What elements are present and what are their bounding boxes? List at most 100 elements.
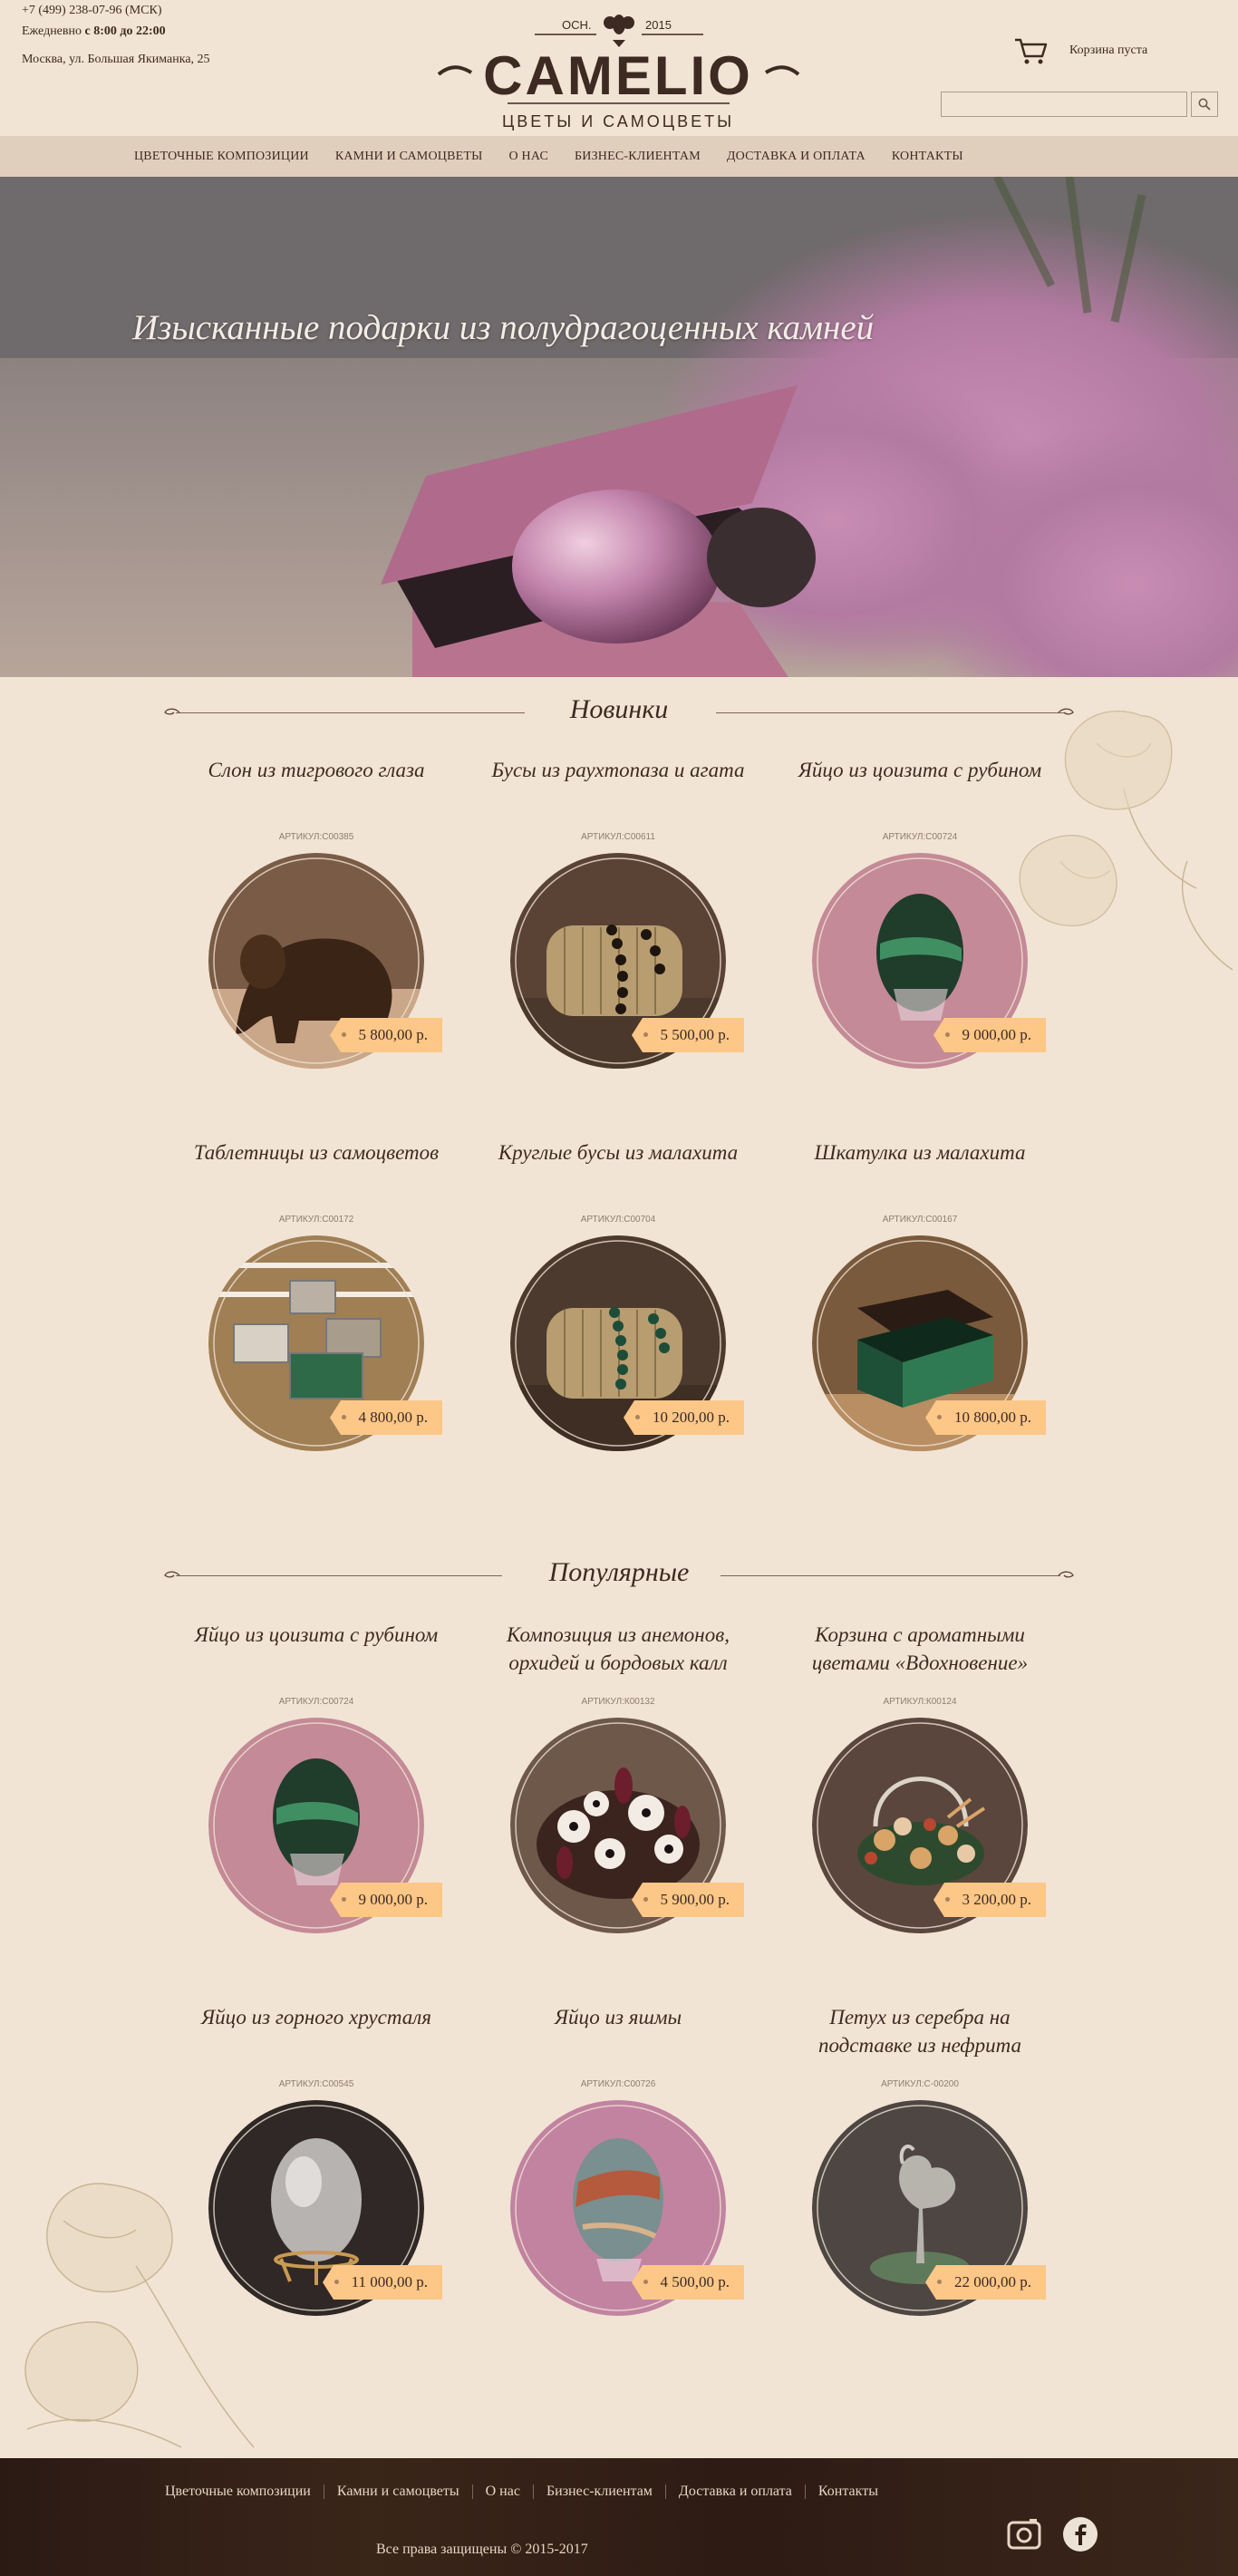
- product-card: Таблетницы из самоцветов АРТИКУЛ:С00172 …: [180, 1138, 452, 1451]
- hero-banner: Изысканные подарки из полудрагоценных ка…: [0, 177, 1238, 677]
- footer-separator: [664, 2484, 666, 2499]
- facebook-icon[interactable]: [1062, 2516, 1098, 2552]
- camelio-logo[interactable]: ОСН. 2015 CAMELIO ЦВЕТЫ И САМОЦВЕТЫ: [435, 7, 802, 134]
- product-image[interactable]: 9 000,00 р.: [208, 1718, 442, 1933]
- product-image[interactable]: 22 000,00 р.: [812, 2100, 1046, 2316]
- product-image[interactable]: 3 200,00 р.: [812, 1718, 1046, 1933]
- price-tag: 10 800,00 р.: [925, 1400, 1046, 1435]
- header: +7 (499) 238-07-96 (МСК) Ежедневно с 8:0…: [0, 0, 1238, 136]
- product-sku: АРТИКУЛ:К00124: [883, 1697, 957, 1707]
- product-name[interactable]: Яйцо из цоизита с рубином: [180, 1621, 452, 1677]
- phone-number[interactable]: +7 (499) 238-07-96 (МСК): [22, 0, 166, 21]
- product-image[interactable]: 4 800,00 р.: [208, 1235, 442, 1451]
- logo-year: 2015: [645, 18, 672, 32]
- nav-item-business[interactable]: БИЗНЕС-КЛИЕНТАМ: [575, 150, 701, 164]
- product-sku: АРТИКУЛ:С00172: [278, 1215, 354, 1225]
- footer-link-business[interactable]: Бизнес-клиентам: [546, 2484, 653, 2500]
- search-icon: [1198, 98, 1211, 111]
- nav-item-delivery[interactable]: ДОСТАВКА И ОПЛАТА: [727, 150, 866, 164]
- nav-item-flowers[interactable]: ЦВЕТОЧНЫЕ КОМПОЗИЦИИ: [134, 150, 309, 164]
- product-card: Яйцо из цоизита с рубином АРТИКУЛ:С00724…: [784, 756, 1056, 1069]
- price-tag: 5 900,00 р.: [631, 1883, 744, 1917]
- product-card: Бусы из раухтопаза и агата АРТИКУЛ:С0061…: [482, 756, 754, 1069]
- footer-link-contacts[interactable]: Контакты: [818, 2484, 878, 2500]
- search-button[interactable]: [1191, 92, 1218, 117]
- product-name[interactable]: Бусы из раухтопаза и агата: [482, 756, 754, 812]
- product-image[interactable]: 5 900,00 р.: [510, 1718, 744, 1933]
- nav-item-contacts[interactable]: КОНТАКТЫ: [892, 150, 963, 164]
- product-sku: АРТИКУЛ:К00132: [581, 1697, 655, 1707]
- product-name[interactable]: Шкатулка из малахита: [784, 1138, 1056, 1195]
- product-card: Петух из серебра на подставке из нефрита…: [784, 2003, 1056, 2316]
- product-sku: АРТИКУЛ:С-00200: [881, 2079, 959, 2089]
- section-title: Популярные: [548, 1557, 690, 1587]
- main-nav: ЦВЕТОЧНЫЕ КОМПОЗИЦИИ КАМНИ И САМОЦВЕТЫ О…: [0, 136, 1238, 177]
- section-popular-header: Популярные: [163, 1557, 1075, 1593]
- product-name[interactable]: Яйцо из цоизита с рубином: [784, 756, 1056, 812]
- product-sku: АРТИКУЛ:С00167: [882, 1215, 958, 1225]
- product-sku: АРТИКУЛ:С00545: [278, 2079, 354, 2089]
- footer-link-flowers[interactable]: Цветочные композиции: [165, 2484, 311, 2500]
- product-image[interactable]: 4 500,00 р.: [510, 2100, 744, 2316]
- product-card: Композиция из анемонов, орхидей и бордов…: [482, 1621, 754, 1933]
- product-name[interactable]: Яйцо из яшмы: [482, 2003, 754, 2059]
- footer-link-about[interactable]: О нас: [486, 2484, 520, 2500]
- product-name[interactable]: Яйцо из горного хрусталя: [180, 2003, 452, 2059]
- product-image[interactable]: 9 000,00 р.: [812, 853, 1046, 1069]
- search-input[interactable]: [941, 92, 1187, 117]
- product-card: Яйцо из горного хрусталя АРТИКУЛ:С00545 …: [180, 2003, 452, 2316]
- product-name[interactable]: Композиция из анемонов, орхидей и бордов…: [482, 1621, 754, 1677]
- product-card: Слон из тигрового глаза АРТИКУЛ:С00385 5…: [180, 756, 452, 1069]
- footer: Цветочные композиции Камни и самоцветы О…: [0, 2458, 1238, 2576]
- hero-image: [0, 177, 1238, 677]
- product-image[interactable]: 11 000,00 р.: [208, 2100, 442, 2316]
- product-name[interactable]: Слон из тигрового глаза: [180, 756, 452, 812]
- footer-nav: Цветочные композиции Камни и самоцветы О…: [165, 2484, 878, 2500]
- price-tag: 10 200,00 р.: [624, 1400, 744, 1435]
- product-sku: АРТИКУЛ:С00704: [580, 1215, 656, 1225]
- price-tag: 4 500,00 р.: [631, 2265, 744, 2300]
- product-card: Шкатулка из малахита АРТИКУЛ:С00167 10 8…: [784, 1138, 1056, 1451]
- instagram-icon[interactable]: [1006, 2516, 1042, 2552]
- hours-value: с 8:00 до 22:00: [84, 24, 166, 38]
- logo-est: ОСН.: [562, 18, 592, 32]
- product-sku: АРТИКУЛ:С00611: [581, 832, 655, 842]
- product-sku: АРТИКУЛ:С00724: [278, 1697, 354, 1707]
- price-tag: 5 800,00 р.: [329, 1018, 442, 1052]
- product-image[interactable]: 5 800,00 р.: [208, 853, 442, 1069]
- logo-name: CAMELIO: [483, 45, 753, 106]
- footer-separator: [471, 2484, 473, 2499]
- shopping-cart-icon: [1015, 38, 1048, 64]
- product-card: Яйцо из цоизита с рубином АРТИКУЛ:С00724…: [180, 1621, 452, 1933]
- cart[interactable]: Корзина пуста: [1013, 36, 1147, 65]
- product-name[interactable]: Таблетницы из самоцветов: [180, 1138, 452, 1195]
- hero-title: Изысканные подарки из полудрагоценных ка…: [132, 308, 875, 347]
- camellia-flower-icon: [604, 15, 634, 47]
- price-tag: 9 000,00 р.: [933, 1018, 1046, 1052]
- product-name[interactable]: Петух из серебра на подставке из нефрита: [784, 2003, 1056, 2059]
- product-card: Круглые бусы из малахита АРТИКУЛ:С00704 …: [482, 1138, 754, 1451]
- product-image[interactable]: 5 500,00 р.: [510, 853, 744, 1069]
- copyright: Все права защищены © 2015-2017: [376, 2542, 588, 2557]
- cart-status[interactable]: Корзина пуста: [1069, 44, 1147, 58]
- footer-link-stones[interactable]: Камни и самоцветы: [337, 2484, 459, 2500]
- product-image[interactable]: 10 800,00 р.: [812, 1235, 1046, 1451]
- footer-link-delivery[interactable]: Доставка и оплата: [679, 2484, 792, 2500]
- price-tag: 4 800,00 р.: [329, 1400, 442, 1435]
- product-name[interactable]: Круглые бусы из малахита: [482, 1138, 754, 1195]
- product-name[interactable]: Корзина с ароматными цветами «Вдохновени…: [784, 1621, 1056, 1677]
- logo-tagline: ЦВЕТЫ И САМОЦВЕТЫ: [502, 112, 734, 131]
- price-tag: 3 200,00 р.: [933, 1883, 1046, 1917]
- price-tag: 22 000,00 р.: [925, 2265, 1046, 2300]
- section-new-header: Новинки: [163, 694, 1075, 731]
- price-tag: 9 000,00 р.: [329, 1883, 442, 1917]
- nav-item-stones[interactable]: КАМНИ И САМОЦВЕТЫ: [335, 150, 483, 164]
- nav-item-about[interactable]: О НАС: [509, 150, 548, 164]
- hours-prefix: Ежедневно: [22, 24, 82, 38]
- contact-info: +7 (499) 238-07-96 (МСК) Ежедневно с 8:0…: [22, 0, 166, 42]
- working-hours: Ежедневно с 8:00 до 22:00: [22, 21, 166, 42]
- section-title: Новинки: [569, 694, 669, 724]
- search-bar: [941, 92, 1218, 117]
- footer-separator: [804, 2484, 806, 2499]
- product-image[interactable]: 10 200,00 р.: [510, 1235, 744, 1451]
